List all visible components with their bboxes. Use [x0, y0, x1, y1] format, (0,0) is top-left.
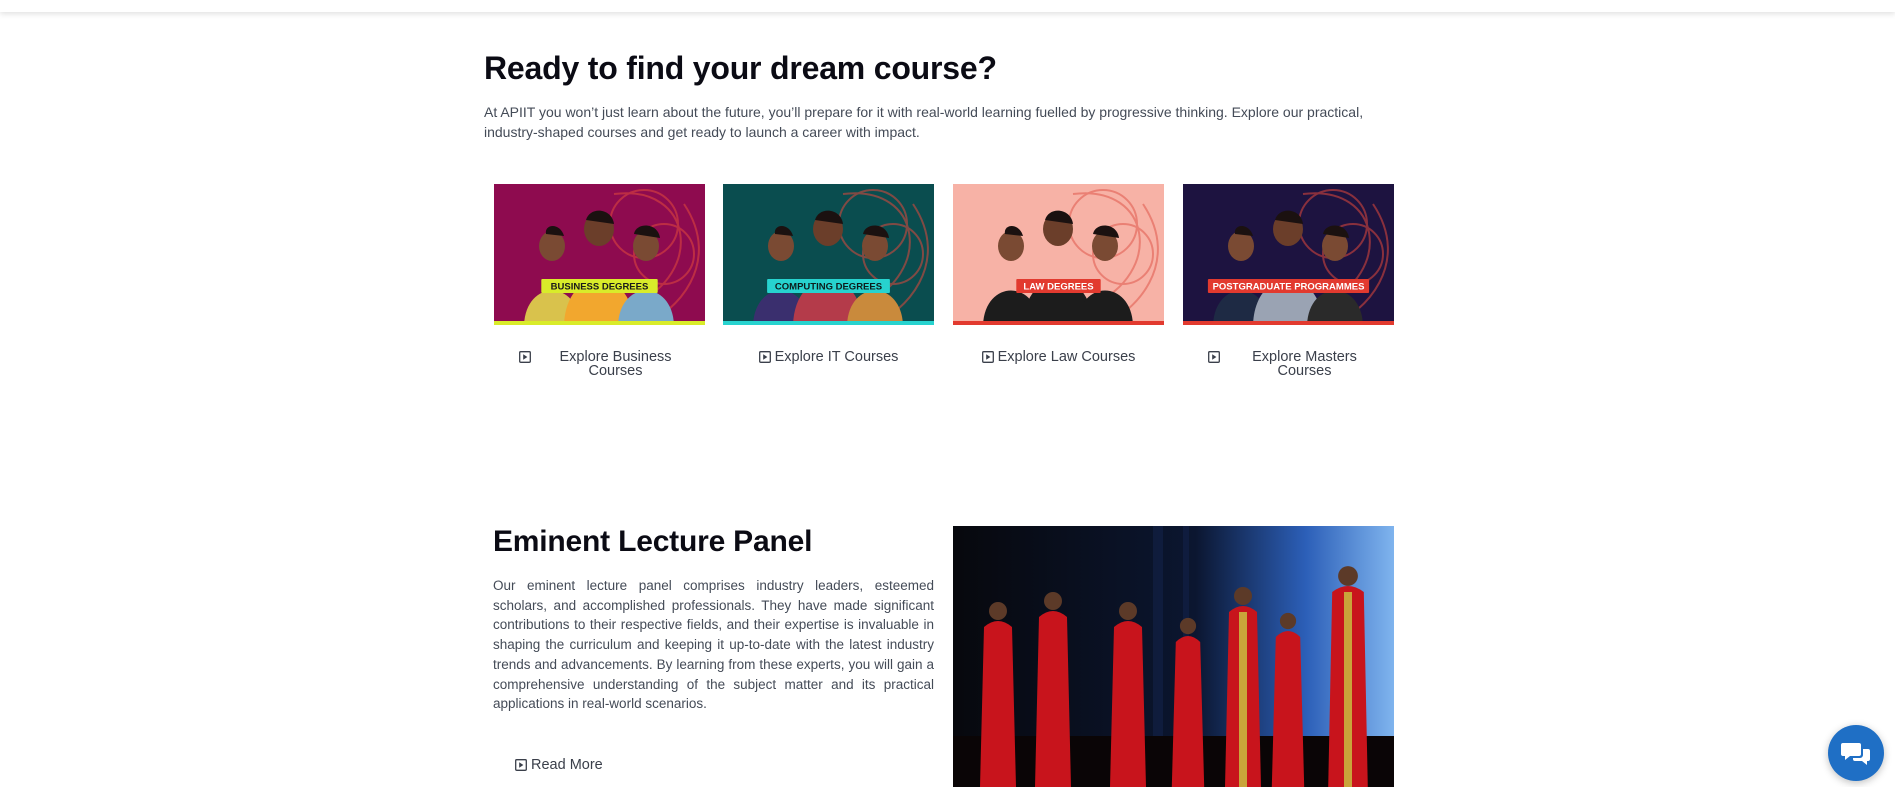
course-badge-text: BUSINESS DEGREES: [551, 282, 649, 293]
course-card-2[interactable]: COMPUTING DEGREES Explore IT Courses: [723, 184, 934, 364]
explore-courses-link-1[interactable]: Explore Business Courses: [494, 350, 705, 378]
course-card-image[interactable]: BUSINESS DEGREES: [494, 184, 705, 325]
explore-courses-link-3[interactable]: Explore Law Courses: [953, 350, 1164, 364]
section-description: At APIIT you won’t just learn about the …: [484, 104, 1364, 140]
explore-courses-label: Explore Business Courses: [559, 349, 672, 379]
play-square-icon: [515, 759, 527, 771]
course-badge-text: POSTGRADUATE PROGRAMMES: [1213, 282, 1365, 293]
explore-courses-link-2[interactable]: Explore IT Courses: [723, 350, 934, 364]
figure-head: [1279, 612, 1297, 630]
course-card-image[interactable]: LAW DEGREES: [953, 184, 1164, 325]
course-card-3[interactable]: LAW DEGREES Explore Law Courses: [953, 184, 1164, 364]
figure-head: [1044, 592, 1062, 610]
course-badge-text: LAW DEGREES: [1023, 282, 1093, 293]
course-card-image[interactable]: COMPUTING DEGREES: [723, 184, 934, 325]
play-square-icon: [758, 351, 771, 363]
section-title: Ready to find your dream course?: [484, 50, 997, 86]
course-card-image[interactable]: POSTGRADUATE PROGRAMMES: [1183, 184, 1394, 325]
gold-trim: [1239, 612, 1247, 787]
figure-head: [1179, 617, 1197, 635]
read-more-link[interactable]: Read More: [515, 757, 603, 773]
lecture-panel-photo: [953, 526, 1394, 787]
gown-figure: [1271, 631, 1305, 787]
play-square-icon: [1207, 351, 1220, 363]
play-square-icon: [981, 351, 994, 363]
chat-button[interactable]: [1828, 725, 1884, 781]
figure-head: [1234, 587, 1252, 605]
gown-figure: [1171, 636, 1205, 787]
header-bar: [0, 0, 1895, 12]
gown-figure: [1035, 611, 1071, 787]
figure-head: [1338, 566, 1358, 586]
course-badge-text: COMPUTING DEGREES: [775, 282, 882, 293]
gown-figure: [1110, 621, 1146, 787]
gown-figure: [980, 621, 1016, 787]
explore-courses-label: Explore Masters Courses: [1252, 349, 1357, 379]
explore-courses-label: Explore IT Courses: [774, 349, 899, 365]
chat-bubbles-icon: [1841, 743, 1870, 765]
explore-courses-label: Explore Law Courses: [997, 349, 1136, 365]
play-square-icon: [518, 351, 531, 363]
course-card-4[interactable]: POSTGRADUATE PROGRAMMES Explore Masters …: [1183, 184, 1394, 378]
explore-courses-link-4[interactable]: Explore Masters Courses: [1183, 350, 1394, 378]
figure-head: [989, 602, 1007, 620]
figure-head: [1119, 602, 1137, 620]
gold-trim: [1344, 592, 1352, 787]
panel-description: Our eminent lecture panel comprises indu…: [493, 578, 934, 712]
read-more-label: Read More: [531, 757, 603, 773]
course-card-1[interactable]: BUSINESS DEGREES Explore Business Course…: [494, 184, 705, 378]
panel-title: Eminent Lecture Panel: [493, 525, 813, 558]
